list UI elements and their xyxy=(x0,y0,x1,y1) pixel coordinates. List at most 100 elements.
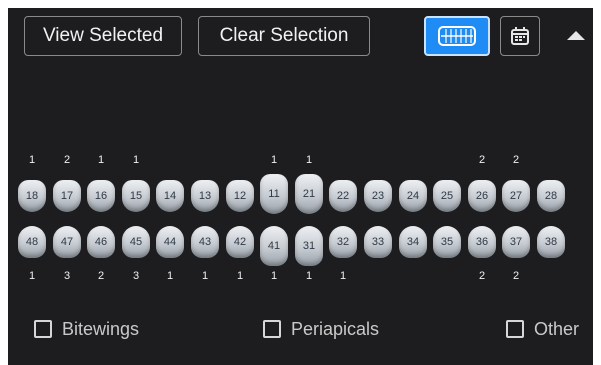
tooth-44-image-count: 1 xyxy=(166,270,174,282)
other-checkbox[interactable] xyxy=(506,320,524,338)
periapicals-label: Periapicals xyxy=(291,318,380,339)
other-filter[interactable]: Other xyxy=(506,317,579,341)
tooth-number: 27 xyxy=(509,190,523,202)
tooth-number: 33 xyxy=(371,236,385,248)
calendar-icon xyxy=(511,27,529,45)
calendar-button[interactable] xyxy=(500,16,540,56)
tooth-11[interactable]: 11 xyxy=(260,174,288,214)
tooth-37-image-count: 2 xyxy=(512,270,520,282)
tooth-13[interactable]: 13 xyxy=(191,180,219,212)
tooth-17[interactable]: 17 xyxy=(53,180,81,212)
tooth-15[interactable]: 15 xyxy=(122,180,150,212)
tooth-number: 34 xyxy=(406,236,420,248)
tooth-27-image-count: 2 xyxy=(512,154,520,166)
tooth-48[interactable]: 48 xyxy=(18,226,46,258)
tooth-number: 15 xyxy=(129,190,143,202)
tooth-22[interactable]: 22 xyxy=(329,180,357,212)
tooth-21-image-count: 1 xyxy=(305,154,313,166)
tooth-47-image-count: 3 xyxy=(63,270,71,282)
tooth-14[interactable]: 14 xyxy=(156,180,184,212)
tooth-number: 25 xyxy=(440,190,454,202)
tooth-41[interactable]: 41 xyxy=(260,226,288,266)
tooth-number: 47 xyxy=(60,236,74,248)
bitewings-label: Bitewings xyxy=(62,318,140,339)
other-label: Other xyxy=(534,318,580,339)
tooth-45-image-count: 3 xyxy=(132,270,140,282)
tooth-number: 16 xyxy=(94,190,108,202)
periapicals-checkbox[interactable] xyxy=(263,320,281,338)
tooth-15-image-count: 1 xyxy=(132,154,140,166)
tooth-number: 17 xyxy=(60,190,74,202)
tooth-number: 14 xyxy=(163,190,177,202)
tooth-16-image-count: 1 xyxy=(97,154,105,166)
tooth-number: 44 xyxy=(163,236,177,248)
tooth-31[interactable]: 31 xyxy=(295,226,323,266)
tooth-number: 41 xyxy=(267,240,281,252)
tooth-18-image-count: 1 xyxy=(28,154,36,166)
teeth-chart-icon xyxy=(438,26,476,46)
tooth-number: 18 xyxy=(25,190,39,202)
tooth-31-image-count: 1 xyxy=(305,270,313,282)
tooth-number: 12 xyxy=(233,190,247,202)
tooth-35[interactable]: 35 xyxy=(433,226,461,258)
tooth-number: 22 xyxy=(336,190,350,202)
tooth-46[interactable]: 46 xyxy=(87,226,115,258)
view-selected-button[interactable]: View Selected xyxy=(24,16,182,56)
tooth-12[interactable]: 12 xyxy=(226,180,254,212)
tooth-45[interactable]: 45 xyxy=(122,226,150,258)
tooth-26[interactable]: 26 xyxy=(468,180,496,212)
clear-selection-button[interactable]: Clear Selection xyxy=(198,16,370,56)
tooth-18[interactable]: 18 xyxy=(18,180,46,212)
xray-selection-panel: View Selected Clear Selection 18 1 17 2 … xyxy=(8,8,593,365)
tooth-34[interactable]: 34 xyxy=(399,226,427,258)
tooth-number: 26 xyxy=(475,190,489,202)
tooth-23[interactable]: 23 xyxy=(364,180,392,212)
bitewings-checkbox[interactable] xyxy=(34,320,52,338)
tooth-33[interactable]: 33 xyxy=(364,226,392,258)
tooth-42[interactable]: 42 xyxy=(226,226,254,258)
tooth-number: 38 xyxy=(544,236,558,248)
tooth-number: 24 xyxy=(406,190,420,202)
tooth-24[interactable]: 24 xyxy=(399,180,427,212)
tooth-number: 46 xyxy=(94,236,108,248)
tooth-number: 28 xyxy=(544,190,558,202)
toolbar: View Selected Clear Selection xyxy=(8,8,593,68)
teeth-view-button[interactable] xyxy=(424,16,490,56)
tooth-number: 13 xyxy=(198,190,212,202)
tooth-number: 36 xyxy=(475,236,489,248)
tooth-28[interactable]: 28 xyxy=(537,180,565,212)
tooth-27[interactable]: 27 xyxy=(502,180,530,212)
tooth-41-image-count: 1 xyxy=(270,270,278,282)
tooth-38[interactable]: 38 xyxy=(537,226,565,258)
bitewings-filter[interactable]: Bitewings xyxy=(34,317,139,341)
tooth-46-image-count: 2 xyxy=(97,270,105,282)
tooth-21[interactable]: 21 xyxy=(295,174,323,214)
tooth-25[interactable]: 25 xyxy=(433,180,461,212)
tooth-32-image-count: 1 xyxy=(339,270,347,282)
tooth-42-image-count: 1 xyxy=(236,270,244,282)
tooth-number: 35 xyxy=(440,236,454,248)
chevron-up-icon xyxy=(567,31,585,40)
tooth-16[interactable]: 16 xyxy=(87,180,115,212)
tooth-47[interactable]: 47 xyxy=(53,226,81,258)
tooth-36[interactable]: 36 xyxy=(468,226,496,258)
tooth-26-image-count: 2 xyxy=(478,154,486,166)
tooth-43-image-count: 1 xyxy=(201,270,209,282)
tooth-number: 23 xyxy=(371,190,385,202)
periapicals-filter[interactable]: Periapicals xyxy=(263,317,379,341)
tooth-43[interactable]: 43 xyxy=(191,226,219,258)
tooth-number: 43 xyxy=(198,236,212,248)
tooth-number: 48 xyxy=(25,236,39,248)
tooth-number: 45 xyxy=(129,236,143,248)
tooth-37[interactable]: 37 xyxy=(502,226,530,258)
collapse-button[interactable] xyxy=(564,26,588,46)
tooth-number: 42 xyxy=(233,236,247,248)
tooth-17-image-count: 2 xyxy=(63,154,71,166)
tooth-48-image-count: 1 xyxy=(28,270,36,282)
tooth-number: 37 xyxy=(509,236,523,248)
tooth-number: 11 xyxy=(268,188,280,200)
tooth-32[interactable]: 32 xyxy=(329,226,357,258)
tooth-44[interactable]: 44 xyxy=(156,226,184,258)
tooth-number: 32 xyxy=(336,236,350,248)
tooth-36-image-count: 2 xyxy=(478,270,486,282)
